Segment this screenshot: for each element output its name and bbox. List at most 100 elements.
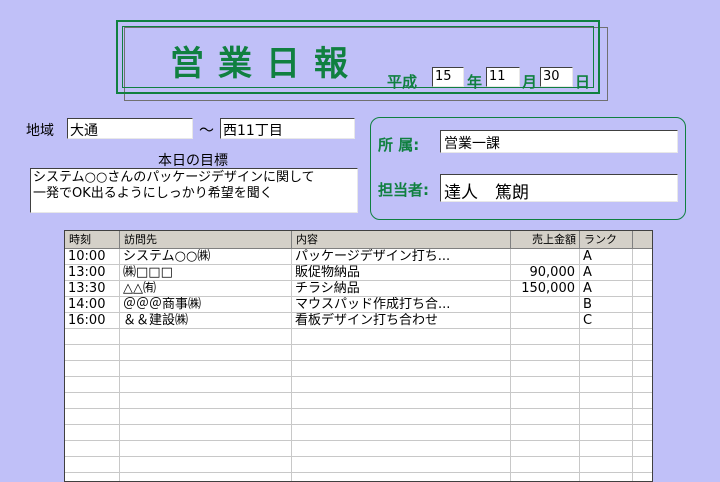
cell-rank[interactable] — [580, 425, 633, 440]
header-rank[interactable]: ランク — [580, 231, 633, 248]
day-field[interactable]: 30 — [540, 67, 573, 87]
cell-content[interactable]: パッケージデザイン打ち... — [292, 249, 511, 264]
cell-destination[interactable]: ＆＆建設㈱ — [120, 313, 292, 328]
cell-amount[interactable] — [511, 377, 580, 392]
cell-rank[interactable] — [580, 361, 633, 376]
cell-destination[interactable] — [120, 425, 292, 440]
cell-rank[interactable]: B — [580, 297, 633, 312]
cell-content[interactable]: 看板デザイン打ち合わせ — [292, 313, 511, 328]
cell-rank[interactable] — [580, 329, 633, 344]
cell-rank[interactable] — [580, 393, 633, 408]
cell-time[interactable] — [65, 473, 120, 481]
cell-rank[interactable] — [580, 473, 633, 481]
header-sales-amount[interactable]: 売上金額 — [511, 231, 580, 248]
cell-content[interactable] — [292, 393, 511, 408]
cell-amount[interactable] — [511, 249, 580, 264]
staff-field[interactable]: 達人 篤朗 — [440, 174, 678, 202]
header-content[interactable]: 内容 — [292, 231, 511, 248]
cell-time[interactable] — [65, 329, 120, 344]
header-visit-destination[interactable]: 訪問先 — [120, 231, 292, 248]
cell-amount[interactable] — [511, 473, 580, 481]
table-row[interactable]: 13:00 ㈱□□□ 販促物納品 90,000 A — [65, 265, 652, 281]
cell-rank[interactable] — [580, 377, 633, 392]
cell-destination[interactable]: △△㈲ — [120, 281, 292, 296]
cell-destination[interactable] — [120, 409, 292, 424]
cell-destination[interactable] — [120, 329, 292, 344]
cell-amount[interactable] — [511, 457, 580, 472]
table-row[interactable] — [65, 441, 652, 457]
visit-table[interactable]: 時刻 訪問先 内容 売上金額 ランク 10:00 システム○○㈱ パッケージデザイン… — [64, 230, 653, 482]
cell-destination[interactable] — [120, 393, 292, 408]
header-time[interactable]: 時刻 — [65, 231, 120, 248]
table-row[interactable] — [65, 409, 652, 425]
cell-destination[interactable] — [120, 377, 292, 392]
area-to-field[interactable]: 西11丁目 — [220, 118, 355, 139]
area-from-field[interactable]: 大通 — [67, 118, 193, 139]
cell-destination[interactable] — [120, 473, 292, 481]
cell-amount[interactable] — [511, 409, 580, 424]
cell-destination[interactable]: システム○○㈱ — [120, 249, 292, 264]
cell-amount[interactable] — [511, 425, 580, 440]
cell-amount[interactable]: 150,000 — [511, 281, 580, 296]
cell-amount[interactable] — [511, 393, 580, 408]
cell-content[interactable] — [292, 425, 511, 440]
table-row[interactable] — [65, 361, 652, 377]
department-field[interactable]: 営業一課 — [440, 130, 678, 153]
cell-content[interactable] — [292, 377, 511, 392]
table-row[interactable] — [65, 377, 652, 393]
cell-content[interactable]: 販促物納品 — [292, 265, 511, 280]
cell-content[interactable]: チラシ納品 — [292, 281, 511, 296]
cell-rank[interactable]: A — [580, 265, 633, 280]
cell-content[interactable] — [292, 457, 511, 472]
table-row[interactable]: 16:00 ＆＆建設㈱ 看板デザイン打ち合わせ C — [65, 313, 652, 329]
cell-amount[interactable] — [511, 345, 580, 360]
cell-time[interactable] — [65, 441, 120, 456]
cell-content[interactable] — [292, 441, 511, 456]
cell-content[interactable] — [292, 473, 511, 481]
cell-amount[interactable] — [511, 297, 580, 312]
cell-rank[interactable]: A — [580, 281, 633, 296]
cell-content[interactable] — [292, 329, 511, 344]
goal-textarea[interactable]: システム○○さんのパッケージデザインに関して 一発でOK出るようにしっかり希望を… — [30, 168, 358, 213]
cell-destination[interactable]: ㈱□□□ — [120, 265, 292, 280]
cell-rank[interactable]: A — [580, 249, 633, 264]
table-row[interactable] — [65, 393, 652, 409]
cell-amount[interactable]: 90,000 — [511, 265, 580, 280]
table-row[interactable]: 14:00 ＠＠＠商事㈱ マウスパッド作成打ち合... B — [65, 297, 652, 313]
table-row[interactable]: 13:30 △△㈲ チラシ納品 150,000 A — [65, 281, 652, 297]
cell-time[interactable] — [65, 393, 120, 408]
cell-time[interactable] — [65, 457, 120, 472]
table-row[interactable] — [65, 345, 652, 361]
cell-time[interactable] — [65, 425, 120, 440]
cell-time[interactable]: 13:30 — [65, 281, 120, 296]
cell-destination[interactable]: ＠＠＠商事㈱ — [120, 297, 292, 312]
cell-time[interactable]: 14:00 — [65, 297, 120, 312]
cell-rank[interactable] — [580, 441, 633, 456]
cell-amount[interactable] — [511, 441, 580, 456]
cell-rank[interactable] — [580, 457, 633, 472]
cell-content[interactable]: マウスパッド作成打ち合... — [292, 297, 511, 312]
cell-time[interactable]: 13:00 — [65, 265, 120, 280]
cell-time[interactable]: 16:00 — [65, 313, 120, 328]
cell-content[interactable] — [292, 345, 511, 360]
cell-amount[interactable] — [511, 313, 580, 328]
table-row[interactable] — [65, 329, 652, 345]
table-row[interactable]: 10:00 システム○○㈱ パッケージデザイン打ち... A — [65, 249, 652, 265]
cell-time[interactable]: 10:00 — [65, 249, 120, 264]
year-field[interactable]: 15 — [432, 67, 464, 87]
cell-destination[interactable] — [120, 361, 292, 376]
cell-time[interactable] — [65, 409, 120, 424]
cell-destination[interactable] — [120, 457, 292, 472]
cell-rank[interactable] — [580, 345, 633, 360]
cell-time[interactable] — [65, 377, 120, 392]
cell-destination[interactable] — [120, 345, 292, 360]
cell-rank[interactable]: C — [580, 313, 633, 328]
cell-rank[interactable] — [580, 409, 633, 424]
cell-time[interactable] — [65, 345, 120, 360]
cell-content[interactable] — [292, 361, 511, 376]
table-row[interactable] — [65, 473, 652, 481]
table-row[interactable] — [65, 425, 652, 441]
cell-destination[interactable] — [120, 441, 292, 456]
cell-amount[interactable] — [511, 361, 580, 376]
cell-content[interactable] — [292, 409, 511, 424]
